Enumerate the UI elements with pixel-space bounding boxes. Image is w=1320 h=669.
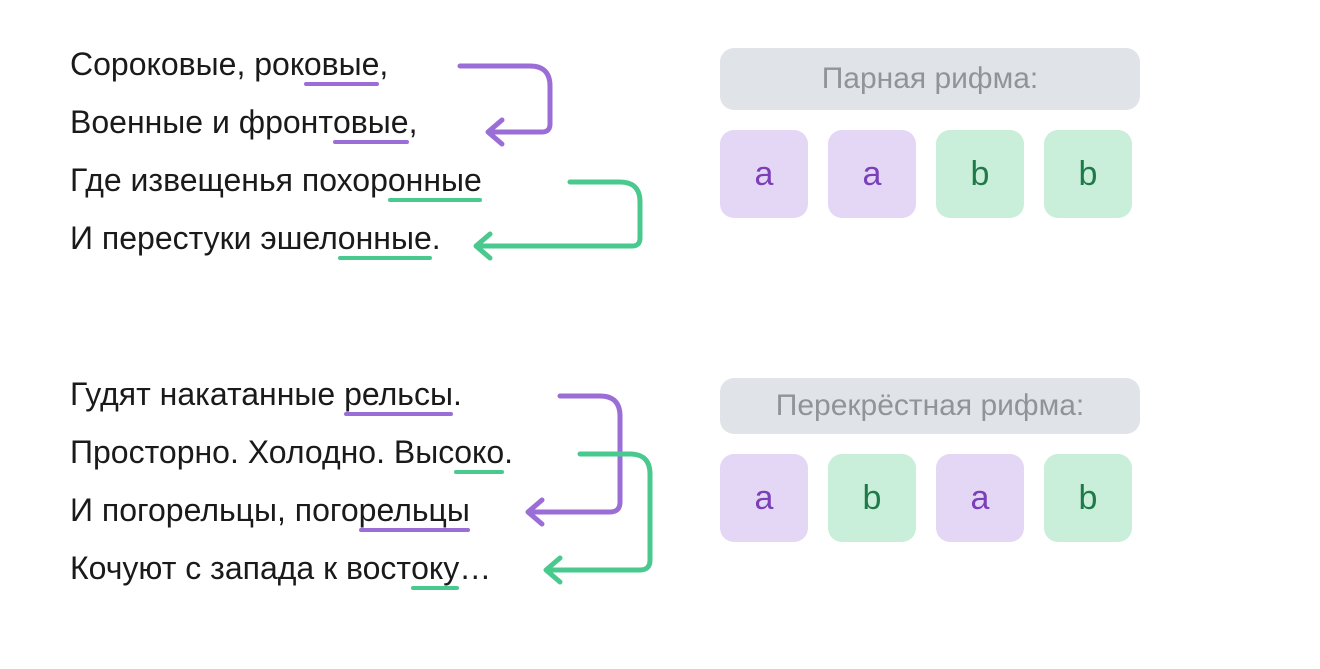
line-pre: Кочуют с запада к вост	[70, 552, 411, 584]
line-pre: Сороковые, рок	[70, 48, 304, 80]
line-post: .	[453, 378, 462, 410]
scheme-box: b	[828, 454, 916, 542]
rhyme-syllable: онные	[388, 164, 482, 196]
rhyme-syllable: оку	[411, 552, 459, 584]
scheme-box: a	[720, 454, 808, 542]
rhyme-scheme: a a b b	[720, 130, 1140, 218]
line-post: .	[432, 222, 441, 254]
scheme-box: a	[936, 454, 1024, 542]
scheme-box: b	[1044, 454, 1132, 542]
stanza1-poem: Сороковые, роковые, Военные и фронтовые,…	[70, 48, 482, 280]
rhyme-title: Парная рифма:	[720, 48, 1140, 110]
line-pre: Военные и фронт	[70, 106, 333, 138]
poem-line: И перестуки эшелонные.	[70, 222, 482, 280]
rhyme-title: Перекрёстная рифма:	[720, 378, 1140, 434]
poem-line: Где извещенья похоронные	[70, 164, 482, 222]
line-post: .	[504, 436, 513, 468]
line-post: …	[459, 552, 491, 584]
poem-line: Сороковые, роковые,	[70, 48, 482, 106]
line-pre: И погорельцы, пого	[70, 494, 359, 526]
rhyme-syllable: око	[454, 436, 504, 468]
rhyme-syllable: рельсы	[344, 378, 453, 410]
line-post: ,	[409, 106, 418, 138]
line-post: ,	[379, 48, 388, 80]
poem-line: Просторно. Холодно. Высоко.	[70, 436, 513, 494]
rhyme-panel-2: Перекрёстная рифма: a b a b	[720, 378, 1140, 542]
rhyme-syllable: онные	[338, 222, 432, 254]
poem-line: Военные и фронтовые,	[70, 106, 482, 164]
rhyme-syllable: рельцы	[359, 494, 470, 526]
line-pre: И перестуки эшел	[70, 222, 338, 254]
poem-line: Кочуют с запада к востоку…	[70, 552, 513, 610]
rhyme-syllable: овые	[304, 48, 380, 80]
rhyme-syllable: овые	[333, 106, 409, 138]
line-pre: Гудят накатанные	[70, 378, 344, 410]
line-pre: Где извещенья похор	[70, 164, 388, 196]
scheme-box: a	[828, 130, 916, 218]
line-pre: Просторно. Холодно. Выс	[70, 436, 454, 468]
rhyme-scheme: a b a b	[720, 454, 1140, 542]
scheme-box: b	[1044, 130, 1132, 218]
poem-line: И погорельцы, погорельцы	[70, 494, 513, 552]
stanza2-poem: Гудят накатанные рельсы. Просторно. Холо…	[70, 378, 513, 610]
scheme-box: a	[720, 130, 808, 218]
rhyme-panel-1: Парная рифма: a a b b	[720, 48, 1140, 218]
poem-line: Гудят накатанные рельсы.	[70, 378, 513, 436]
scheme-box: b	[936, 130, 1024, 218]
